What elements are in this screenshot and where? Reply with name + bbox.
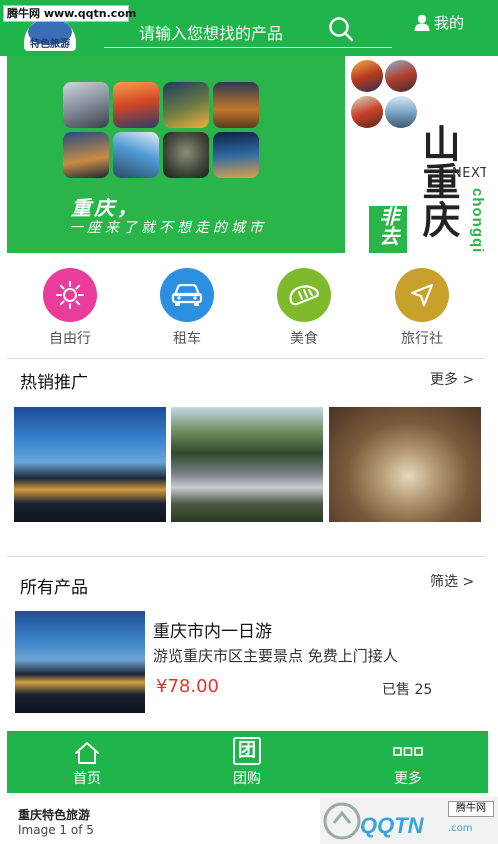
section-divider bbox=[7, 556, 486, 557]
logo-text: 特色旅游 bbox=[30, 39, 70, 50]
banner-vertical-text: 非去不可 bbox=[342, 206, 400, 246]
category-circle bbox=[160, 268, 214, 322]
category-label: 美食 bbox=[290, 331, 318, 347]
hot-more-link[interactable]: 更多 > bbox=[430, 369, 474, 389]
watermark-top: 腾牛网 www.qqtn.com bbox=[3, 5, 136, 22]
banner-thumb bbox=[113, 82, 159, 128]
search-input[interactable]: 请输入您想找的产品 bbox=[139, 20, 283, 44]
navigation-arrow-icon bbox=[410, 283, 434, 307]
banner-english-title: chongqing bbox=[469, 188, 486, 253]
banner-big-title: 山重庆 bbox=[416, 124, 461, 238]
banner-thumb bbox=[163, 82, 209, 128]
banner-thumb bbox=[63, 82, 109, 128]
category-car-rental[interactable]: 租车 bbox=[147, 262, 227, 348]
nav-home[interactable]: 首页 bbox=[47, 731, 127, 793]
section-divider bbox=[7, 358, 486, 359]
app-logo[interactable]: 特色旅游 bbox=[24, 17, 76, 51]
category-label: 租车 bbox=[173, 331, 201, 347]
category-circle bbox=[43, 268, 97, 322]
category-travel-agency[interactable]: 旅行社 bbox=[382, 262, 462, 348]
category-free-travel[interactable]: 自由行 bbox=[30, 262, 110, 348]
group-buy-icon: 团 bbox=[233, 737, 261, 765]
product-price: ¥78.00 bbox=[156, 676, 219, 697]
category-label: 旅行社 bbox=[401, 331, 443, 347]
nav-group-buy[interactable]: 团 团购 bbox=[207, 731, 287, 793]
banner-thumb bbox=[213, 132, 259, 178]
watermark-logo: QQTN bbox=[360, 813, 424, 838]
sun-icon bbox=[56, 281, 84, 309]
preview-thumb bbox=[385, 96, 417, 128]
more-dots-icon bbox=[393, 747, 423, 756]
search-bar[interactable]: 请输入您想找的产品 bbox=[104, 8, 392, 48]
product-sold-count: 已售 25 bbox=[382, 682, 433, 698]
preview-thumb bbox=[351, 60, 383, 92]
bottom-nav: 首页 团 团购 更多 bbox=[7, 731, 488, 793]
account-button[interactable]: 我的 bbox=[414, 12, 464, 32]
promo-banner[interactable]: 重庆， 一座来了就不想走的城市 山重庆 非去不可 chongqing NEXT bbox=[7, 56, 486, 253]
category-food[interactable]: 美食 bbox=[264, 262, 344, 348]
banner-next-button[interactable]: NEXT bbox=[452, 166, 486, 181]
category-circle bbox=[277, 268, 331, 322]
account-label: 我的 bbox=[434, 13, 465, 32]
banner-thumb bbox=[113, 132, 159, 178]
hot-section-title: 热销推广 bbox=[20, 373, 88, 393]
banner-thumb bbox=[213, 82, 259, 128]
watermark-logo-sub: .com bbox=[448, 823, 473, 834]
watermark-globe-icon bbox=[323, 802, 361, 840]
home-icon bbox=[75, 742, 99, 764]
watermark-badge: 腾牛网 bbox=[448, 801, 494, 817]
nav-label: 更多 bbox=[394, 771, 422, 787]
gallery-title: 重庆特色旅游 bbox=[18, 808, 91, 822]
user-icon bbox=[414, 14, 430, 31]
category-circle bbox=[395, 268, 449, 322]
nav-more[interactable]: 更多 bbox=[368, 731, 448, 793]
search-icon[interactable] bbox=[328, 16, 354, 42]
bread-icon bbox=[289, 285, 319, 306]
watermark-bottom: QQTN .com 腾牛网 bbox=[320, 797, 498, 844]
category-label: 自由行 bbox=[49, 331, 91, 347]
banner-thumb bbox=[63, 132, 109, 178]
banner-slogan-sub: 一座来了就不想走的城市 bbox=[69, 220, 267, 236]
product-description: 游览重庆市区主要景点 免费上门接人 bbox=[153, 647, 398, 665]
gallery-footer: 重庆特色旅游 Image 1 of 5 QQTN .com 腾牛网 bbox=[0, 797, 498, 844]
banner-thumb bbox=[163, 132, 209, 178]
preview-thumb bbox=[351, 96, 383, 128]
filter-link[interactable]: 筛选 > bbox=[430, 571, 474, 591]
preview-thumb bbox=[385, 60, 417, 92]
promo-card-stilt-houses[interactable] bbox=[171, 407, 323, 522]
gallery-image-count: Image 1 of 5 bbox=[18, 823, 94, 837]
category-row: 自由行 租车 美食 旅行社 bbox=[0, 262, 498, 352]
nav-label: 首页 bbox=[73, 771, 101, 787]
nav-label: 团购 bbox=[233, 771, 261, 787]
promo-card-stone-carving[interactable] bbox=[329, 407, 481, 522]
product-image[interactable] bbox=[15, 611, 145, 713]
promo-card-night-city[interactable] bbox=[14, 407, 166, 522]
products-section-title: 所有产品 bbox=[20, 578, 88, 598]
product-title[interactable]: 重庆市内一日游 bbox=[153, 617, 272, 642]
car-icon bbox=[171, 283, 203, 306]
